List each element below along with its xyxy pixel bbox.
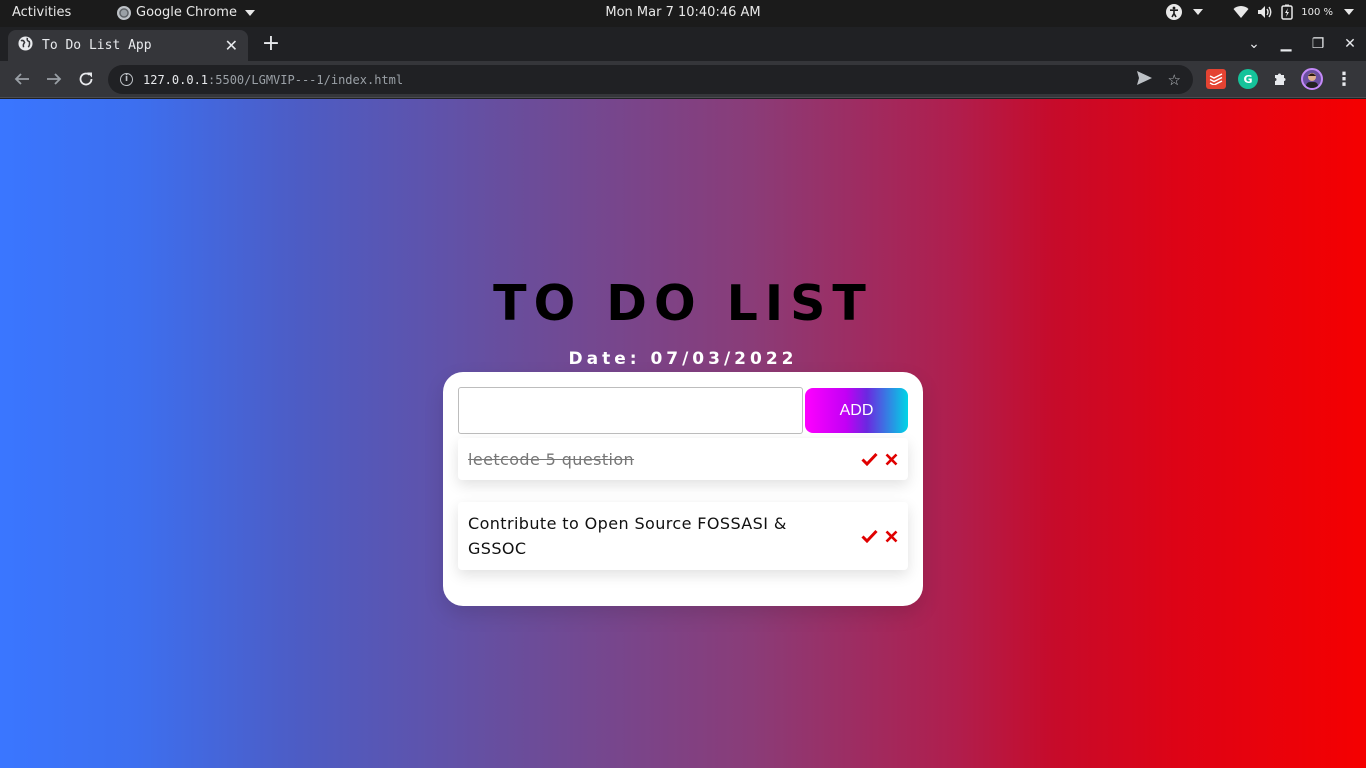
tab-search-icon[interactable]: ⌄ bbox=[1238, 36, 1270, 52]
reload-button[interactable] bbox=[74, 67, 98, 91]
task-actions bbox=[861, 529, 898, 543]
profile-avatar[interactable] bbox=[1301, 68, 1323, 90]
app-date: Date: 07/03/2022 bbox=[568, 349, 798, 369]
globe-icon bbox=[18, 36, 33, 55]
todo-card: ADD leetcode 5 question Contribute to Op… bbox=[443, 372, 923, 606]
new-tab-button[interactable]: + bbox=[260, 31, 282, 57]
app-menu[interactable]: Google Chrome bbox=[117, 5, 255, 20]
check-icon[interactable] bbox=[861, 452, 878, 466]
accessibility-icon[interactable] bbox=[1166, 4, 1183, 20]
address-bar[interactable]: i 127.0.0.1:5500/LGMVIP---1/index.html ☆ bbox=[108, 65, 1193, 94]
url-path: :5500/LGMVIP---1/index.html bbox=[208, 72, 404, 87]
tab-todo-list-app[interactable]: To Do List App ✕ bbox=[8, 30, 248, 61]
close-tab-icon[interactable]: ✕ bbox=[225, 36, 238, 55]
send-icon[interactable] bbox=[1136, 70, 1152, 89]
battery-percent: 100 % bbox=[1301, 6, 1333, 18]
volume-icon bbox=[1257, 5, 1273, 19]
caret-down-icon bbox=[1193, 9, 1204, 15]
caret-down-icon bbox=[1344, 9, 1354, 15]
browser-toolbar: i 127.0.0.1:5500/LGMVIP---1/index.html ☆… bbox=[0, 61, 1366, 98]
app-menu-label: Google Chrome bbox=[136, 5, 237, 20]
system-top-bar: Activities Google Chrome Mon Mar 7 10:40… bbox=[0, 0, 1366, 27]
page-viewport: TO DO LIST Date: 07/03/2022 ADD leetcode… bbox=[0, 99, 1366, 768]
star-icon[interactable]: ☆ bbox=[1168, 71, 1181, 89]
wifi-icon bbox=[1233, 5, 1249, 19]
close-icon[interactable] bbox=[885, 453, 898, 466]
task-item: leetcode 5 question bbox=[458, 438, 908, 480]
activities-button[interactable]: Activities bbox=[12, 5, 71, 20]
app-title: TO DO LIST bbox=[493, 275, 873, 332]
back-button[interactable] bbox=[10, 67, 34, 91]
url-host: 127.0.0.1 bbox=[143, 72, 209, 87]
restore-button[interactable]: ❐ bbox=[1302, 36, 1334, 52]
task-text: leetcode 5 question bbox=[468, 449, 635, 469]
tab-strip: To Do List App ✕ + ⌄ ▁ ❐ ✕ bbox=[0, 27, 1366, 61]
chrome-menu-icon[interactable]: ⋮ bbox=[1334, 69, 1354, 90]
battery-icon bbox=[1281, 4, 1293, 20]
window-controls: ⌄ ▁ ❐ ✕ bbox=[1238, 27, 1366, 61]
caret-down-icon bbox=[244, 9, 255, 16]
task-text: Contribute to Open Source FOSSASI & GSSO… bbox=[468, 514, 787, 558]
tab-title: To Do List App bbox=[42, 38, 152, 53]
chrome-icon bbox=[117, 5, 131, 20]
url-text[interactable]: 127.0.0.1:5500/LGMVIP---1/index.html bbox=[143, 73, 1121, 87]
grammarly-icon[interactable]: G bbox=[1238, 69, 1258, 89]
close-icon[interactable] bbox=[885, 530, 898, 543]
add-button[interactable]: ADD bbox=[805, 388, 908, 433]
check-icon[interactable] bbox=[861, 529, 878, 543]
info-icon[interactable]: i bbox=[120, 73, 133, 86]
todoist-icon[interactable] bbox=[1206, 69, 1226, 89]
minimize-button[interactable]: ▁ bbox=[1270, 36, 1302, 52]
system-status-area[interactable]: 100 % bbox=[1166, 4, 1354, 20]
task-actions bbox=[861, 452, 898, 466]
task-input[interactable] bbox=[458, 387, 803, 434]
extensions-icon[interactable] bbox=[1270, 69, 1290, 89]
forward-button[interactable] bbox=[42, 67, 66, 91]
task-item: Contribute to Open Source FOSSASI & GSSO… bbox=[458, 502, 908, 570]
close-window-button[interactable]: ✕ bbox=[1334, 36, 1366, 52]
